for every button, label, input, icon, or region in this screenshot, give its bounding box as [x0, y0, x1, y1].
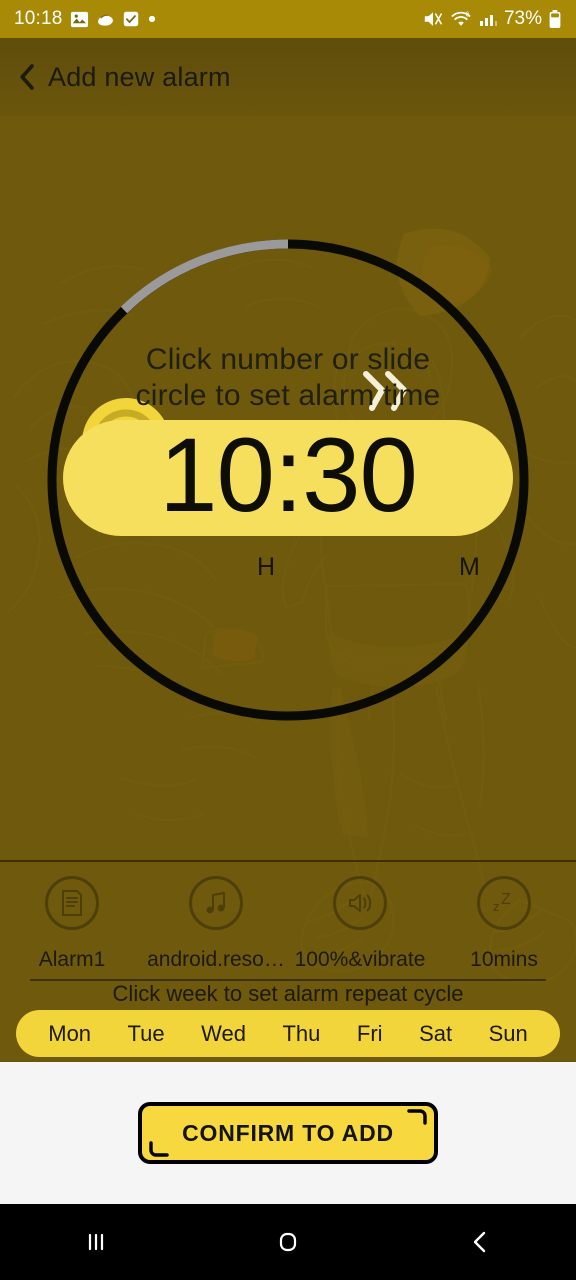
alarm-time-dial[interactable]: Click number or slide circle to set alar…	[0, 116, 576, 856]
day-sat[interactable]: Sat	[419, 1021, 452, 1047]
volume-icon	[333, 876, 387, 930]
footer-bar: CONFIRM TO ADD	[0, 1062, 576, 1204]
option-snooze[interactable]: zZ 10mins	[432, 872, 576, 984]
status-bar: 10:18 6 73%	[0, 0, 576, 38]
option-volume[interactable]: 100%&vibrate	[288, 872, 432, 984]
svg-text:Z: Z	[501, 891, 511, 908]
week-hint-text: Click week to set alarm repeat cycle	[112, 981, 464, 1006]
battery-percent-label: 73%	[503, 8, 542, 29]
home-icon[interactable]	[192, 1204, 384, 1280]
day-mon[interactable]: Mon	[48, 1021, 91, 1047]
minute-unit-label: M	[459, 553, 480, 581]
option-label: android.reso…	[147, 948, 285, 971]
app-icon	[96, 10, 115, 29]
confirm-to-add-button[interactable]: CONFIRM TO ADD	[138, 1102, 438, 1164]
dial-hint-line-2: circle to set alarm time	[135, 379, 441, 412]
time-value: 10:30	[159, 416, 418, 534]
image-icon	[70, 10, 89, 29]
option-alarm-name[interactable]: Alarm1	[0, 872, 144, 984]
phone-screen: 10:18 6 73% Add new alarm Click number o…	[0, 0, 576, 1280]
svg-text:z: z	[493, 899, 500, 914]
dial-progress-arc	[120, 239, 289, 314]
music-note-icon	[189, 876, 243, 930]
option-label: 100%&vibrate	[294, 948, 426, 971]
checkbox-icon	[122, 10, 140, 28]
option-label: 10mins	[470, 948, 538, 971]
dial-hint-text: Click number or slide circle to set alar…	[0, 342, 576, 414]
day-wed[interactable]: Wed	[201, 1021, 246, 1047]
svg-text:6: 6	[466, 9, 470, 18]
snooze-zzz-icon: zZ	[477, 876, 531, 930]
battery-icon	[548, 9, 562, 29]
dot-icon	[147, 14, 157, 24]
system-nav-bar	[0, 1204, 576, 1280]
options-divider	[0, 860, 576, 862]
document-icon	[45, 876, 99, 930]
mute-icon	[422, 9, 444, 29]
day-tue[interactable]: Tue	[128, 1021, 165, 1047]
wifi-icon: 6	[450, 9, 472, 29]
app-bar: Add new alarm	[0, 38, 576, 116]
week-selector[interactable]: Mon Tue Wed Thu Fri Sat Sun	[16, 1010, 560, 1057]
day-sun[interactable]: Sun	[489, 1021, 528, 1047]
option-label: Alarm1	[38, 948, 106, 971]
day-thu[interactable]: Thu	[282, 1021, 320, 1047]
dial-hint-line-1: Click number or slide	[145, 343, 431, 376]
back-icon[interactable]	[384, 1204, 576, 1280]
page-title: Add new alarm	[48, 61, 231, 92]
status-clock: 10:18	[14, 8, 63, 29]
back-chevron-icon[interactable]	[14, 62, 40, 92]
confirm-button-wrapper: CONFIRM TO ADD	[138, 1102, 438, 1164]
day-fri[interactable]: Fri	[357, 1021, 383, 1047]
option-ringtone[interactable]: android.reso…	[144, 872, 288, 984]
recents-icon[interactable]	[0, 1204, 192, 1280]
hour-unit-label: H	[257, 553, 276, 581]
alarm-options-row: Alarm1 android.reso… 100%&vibrate zZ 10m…	[0, 872, 576, 984]
signal-icon	[478, 9, 498, 29]
time-display-pill[interactable]: 10:30	[63, 420, 513, 536]
